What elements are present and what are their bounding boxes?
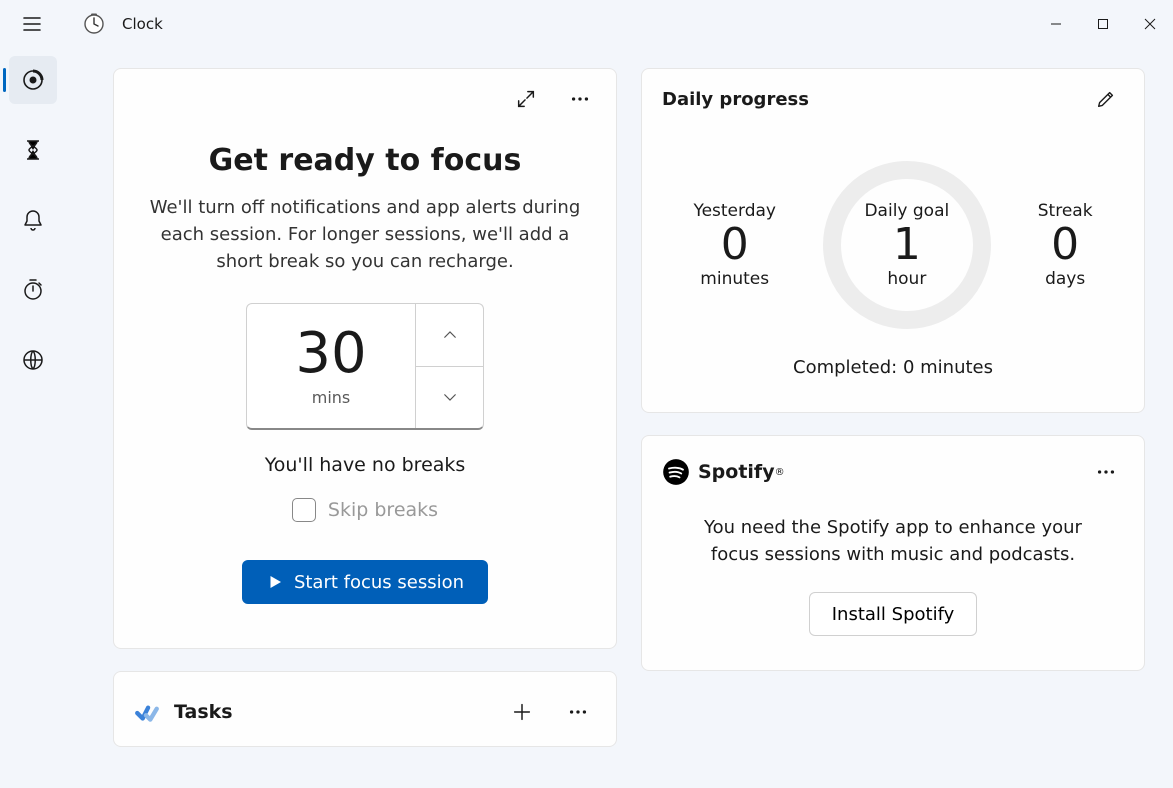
duration-unit: mins <box>312 388 351 407</box>
breaks-text: You'll have no breaks <box>144 454 586 476</box>
tasks-more-button[interactable] <box>560 694 596 730</box>
hamburger-icon <box>22 14 42 34</box>
streak-unit: days <box>1045 269 1085 289</box>
skip-breaks-label: Skip breaks <box>328 499 438 521</box>
focus-sessions-icon <box>21 68 45 92</box>
start-focus-button[interactable]: Start focus session <box>242 560 488 604</box>
duration-picker: 30 mins <box>246 303 484 430</box>
duration-decrease-button[interactable] <box>416 367 483 429</box>
goal-label: Daily goal <box>864 201 949 221</box>
nav-toggle-button[interactable] <box>0 0 64 48</box>
more-icon <box>567 701 589 723</box>
goal-value: 1 <box>893 221 921 269</box>
focus-more-button[interactable] <box>562 81 598 117</box>
daily-progress-card: Daily progress Yesterday 0 minutes <box>641 68 1145 413</box>
tasks-card: Tasks <box>113 671 617 747</box>
clock-app-icon <box>82 12 106 36</box>
timer-icon <box>21 138 45 162</box>
app-title: Clock <box>122 15 163 33</box>
content: Get ready to focus We'll turn off notifi… <box>65 48 1173 788</box>
spotify-more-button[interactable] <box>1088 454 1124 490</box>
edit-goal-button[interactable] <box>1088 81 1124 117</box>
more-icon <box>569 88 591 110</box>
duration-increase-button[interactable] <box>416 304 483 367</box>
collapse-icon <box>515 88 537 110</box>
minimize-button[interactable] <box>1032 4 1079 44</box>
metric-goal: Daily goal 1 hour <box>864 201 949 289</box>
daily-progress-title: Daily progress <box>662 89 809 110</box>
chevron-up-icon <box>441 326 459 344</box>
maximize-button[interactable] <box>1079 4 1126 44</box>
streak-label: Streak <box>1038 201 1093 221</box>
yesterday-label: Yesterday <box>693 201 776 221</box>
alarm-icon <box>21 208 45 232</box>
stopwatch-icon <box>21 278 45 302</box>
spotify-icon <box>662 458 690 486</box>
close-icon <box>1144 18 1156 30</box>
install-spotify-label: Install Spotify <box>832 604 955 625</box>
yesterday-value: 0 <box>721 221 749 269</box>
goal-unit: hour <box>887 269 926 289</box>
completed-text: Completed: 0 minutes <box>670 357 1116 378</box>
spotify-message: You need the Spotify app to enhance your… <box>642 496 1144 592</box>
sidebar-item-focus-sessions[interactable] <box>9 56 57 104</box>
duration-display[interactable]: 30 mins <box>247 304 415 428</box>
sidebar-item-alarm[interactable] <box>9 196 57 244</box>
play-icon <box>266 573 284 591</box>
skip-breaks-checkbox[interactable] <box>292 498 316 522</box>
maximize-icon <box>1097 18 1109 30</box>
focus-description: We'll turn off notifications and app ale… <box>144 194 586 275</box>
add-task-button[interactable] <box>504 694 540 730</box>
close-button[interactable] <box>1126 4 1173 44</box>
window-controls <box>1032 4 1173 44</box>
collapse-button[interactable] <box>508 81 544 117</box>
pencil-icon <box>1095 88 1117 110</box>
yesterday-unit: minutes <box>700 269 769 289</box>
sidebar <box>0 48 65 788</box>
minimize-icon <box>1050 18 1062 30</box>
metric-yesterday: Yesterday 0 minutes <box>693 201 776 289</box>
sidebar-item-stopwatch[interactable] <box>9 266 57 314</box>
spotify-brand: Spotify <box>698 461 775 483</box>
focus-card: Get ready to focus We'll turn off notifi… <box>113 68 617 649</box>
sidebar-item-world-clock[interactable] <box>9 336 57 384</box>
start-focus-label: Start focus session <box>294 572 464 593</box>
chevron-down-icon <box>441 388 459 406</box>
world-clock-icon <box>21 348 45 372</box>
duration-value: 30 <box>295 326 366 382</box>
spotify-card: Spotify® You need the Spotify app to enh… <box>641 435 1145 671</box>
title-bar: Clock <box>0 0 1173 48</box>
plus-icon <box>511 701 533 723</box>
sidebar-item-timer[interactable] <box>9 126 57 174</box>
metric-streak: Streak 0 days <box>1038 201 1093 289</box>
install-spotify-button[interactable]: Install Spotify <box>809 592 978 636</box>
focus-heading: Get ready to focus <box>144 143 586 178</box>
progress-ring: Daily goal 1 hour <box>823 161 991 329</box>
todo-icon <box>134 699 160 725</box>
more-icon <box>1095 461 1117 483</box>
tasks-title: Tasks <box>174 701 233 723</box>
streak-value: 0 <box>1051 221 1079 269</box>
